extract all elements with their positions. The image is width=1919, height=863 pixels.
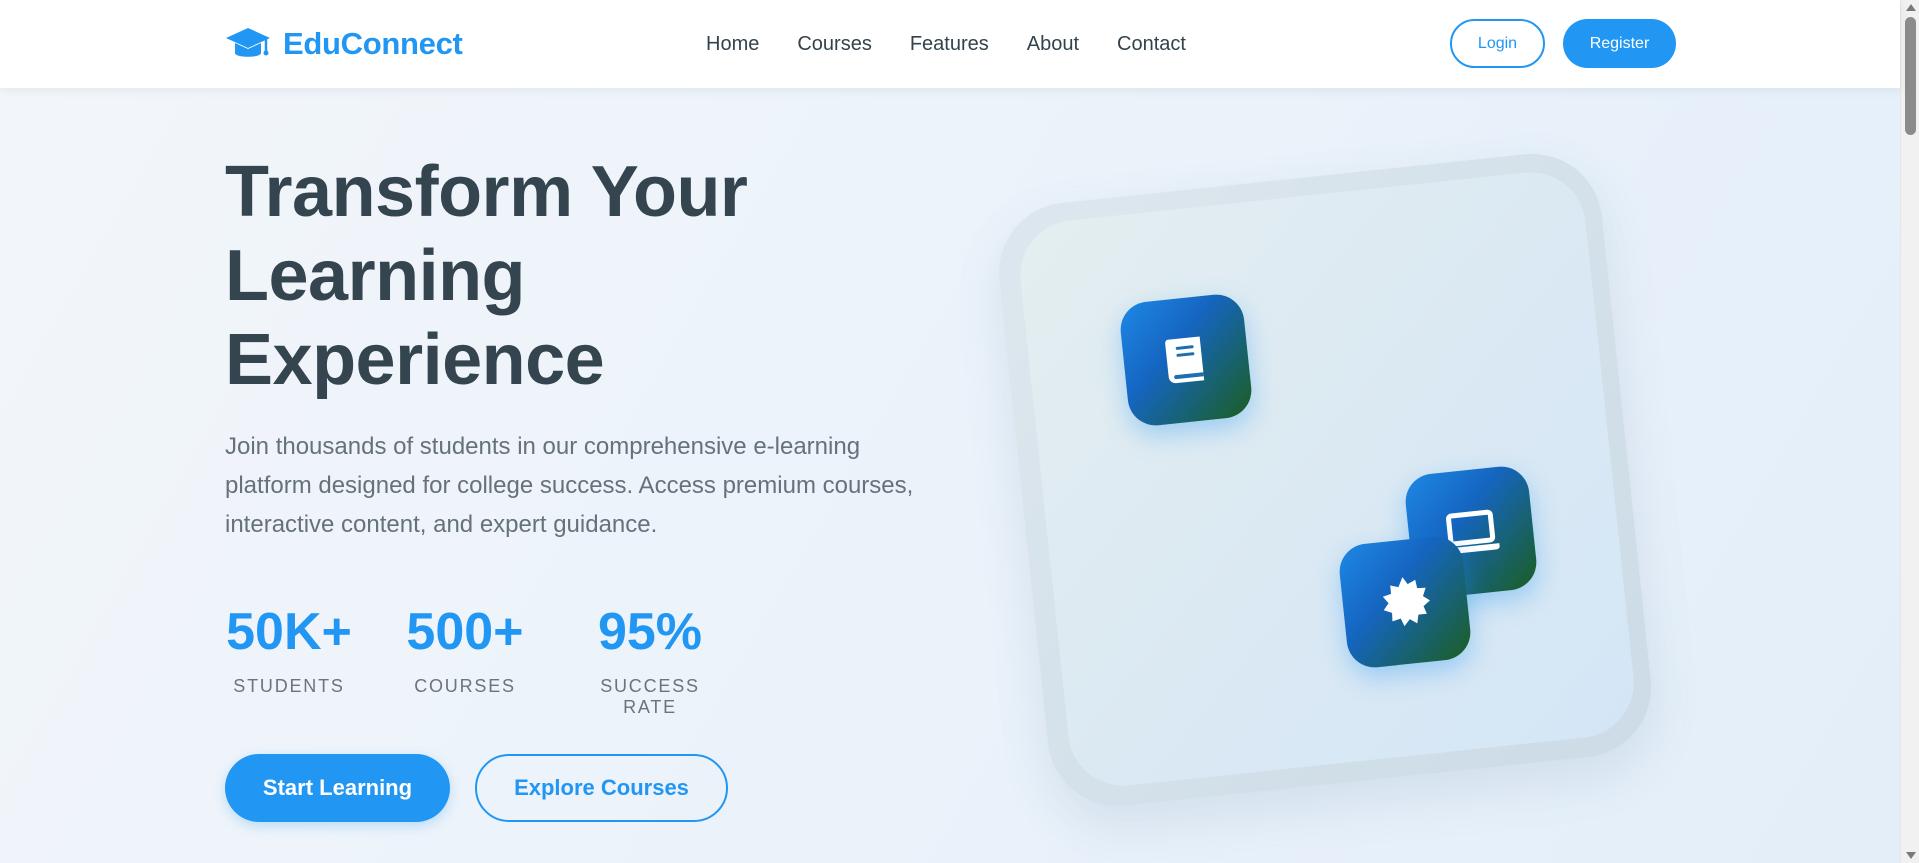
stat-label: STUDENTS — [233, 676, 345, 696]
start-learning-button[interactable]: Start Learning — [225, 754, 450, 822]
login-button[interactable]: Login — [1450, 19, 1545, 68]
stat-label: COURSES — [414, 676, 516, 696]
stat-success-rate: 95% SUCCESS RATE — [575, 600, 725, 718]
stat-students: 50K+ STUDENTS — [225, 600, 353, 718]
scroll-thumb[interactable] — [1905, 17, 1916, 135]
scroll-down-arrow-icon[interactable] — [1906, 852, 1916, 859]
main-nav: Home Courses Features About Contact — [706, 28, 1186, 60]
stats-row: 50K+ STUDENTS 500+ COURSES 95% SUCCESS R… — [225, 600, 725, 718]
hero-description: Join thousands of students in our compre… — [225, 433, 914, 538]
brand-name: EduConnect — [283, 26, 463, 61]
site-header: EduConnect Home Courses Features About C… — [0, 0, 1900, 88]
graduation-cap-icon — [226, 28, 270, 57]
scroll-up-arrow-icon[interactable] — [1906, 4, 1916, 11]
certificate-badge-icon — [1382, 577, 1430, 627]
hero-title-line-1: Transform Your — [225, 152, 748, 232]
hero-title: Transform Your Learning Experience — [225, 150, 945, 402]
book-icon — [1165, 336, 1205, 384]
book-tile — [1117, 291, 1255, 429]
hero-title-line-3: Experience — [225, 320, 605, 400]
stat-value: 500+ — [406, 603, 524, 661]
nav-features[interactable]: Features — [910, 33, 989, 56]
stat-value: 50K+ — [226, 603, 352, 661]
nav-home[interactable]: Home — [706, 33, 759, 56]
register-button[interactable]: Register — [1563, 19, 1676, 68]
illustration-card — [1014, 166, 1640, 792]
stat-value: 95% — [597, 603, 703, 661]
logo[interactable]: EduConnect — [225, 24, 463, 64]
illustration-card-frame — [991, 146, 1659, 814]
laptop-icon — [1445, 509, 1500, 555]
nav-about[interactable]: About — [1027, 33, 1079, 56]
page-scrollbar[interactable] — [1900, 0, 1919, 863]
explore-courses-button[interactable]: Explore Courses — [475, 754, 728, 822]
laptop-tile — [1402, 463, 1540, 601]
nav-contact[interactable]: Contact — [1117, 33, 1186, 56]
stat-courses: 500+ COURSES — [401, 600, 529, 718]
certificate-tile — [1336, 533, 1474, 671]
nav-courses[interactable]: Courses — [797, 33, 871, 56]
stat-label: SUCCESS RATE — [600, 676, 700, 717]
hero-title-line-2: Learning — [225, 236, 526, 316]
